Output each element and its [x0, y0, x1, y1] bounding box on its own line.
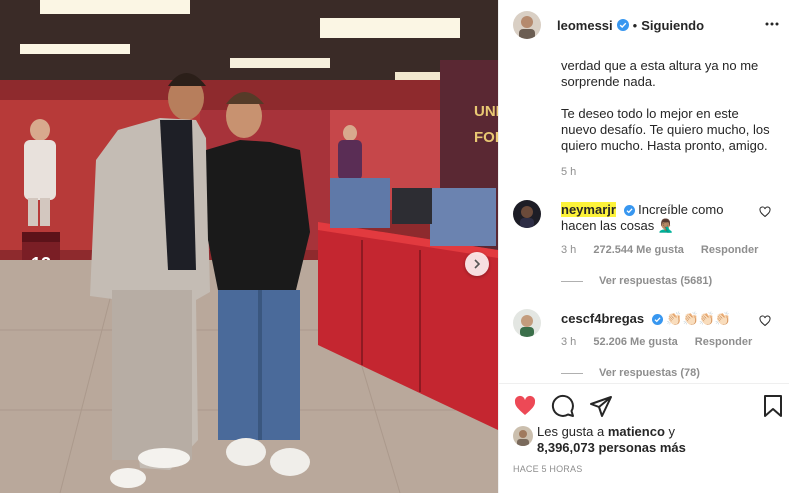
action-icons [513, 394, 613, 418]
comment-body: neymarjr Increíble como hacen las cosas … [561, 202, 761, 234]
following-button[interactable]: Siguiendo [641, 18, 704, 33]
post-caption: verdad que a esta altura ya no me sorpre… [561, 58, 771, 170]
likes-count[interactable]: 8,396,073 personas más [537, 440, 686, 455]
liker-avatar[interactable] [513, 426, 533, 446]
verified-icon [623, 205, 635, 216]
post-header: leomessi • Siguiendo [499, 0, 789, 50]
replies-line [561, 280, 583, 282]
comment-username[interactable]: cescf4bregas [561, 311, 644, 326]
photo-image: 13 UNI FOR [0, 0, 498, 493]
post-timestamp: Hace 5 horas [513, 464, 583, 474]
verified-icon [616, 19, 629, 31]
comment-time: 3 h [561, 336, 577, 348]
liker-username[interactable]: matienco [608, 424, 665, 439]
comment-likes[interactable]: 272.544 Me gusta [593, 244, 684, 256]
wall-text-1: UNI [474, 103, 498, 120]
comments-list[interactable]: verdad que a esta altura ya no me sorpre… [499, 50, 789, 382]
comment-text: 👏🏻👏🏻👏🏻👏🏻 [666, 311, 732, 326]
likes-suffix: y [664, 424, 676, 439]
replies-line [561, 372, 583, 374]
comment-reply-button[interactable]: Responder [701, 244, 758, 256]
comment-reply-button[interactable]: Responder [695, 336, 752, 348]
author-username[interactable]: leomessi [557, 18, 613, 33]
chevron-right-icon [474, 259, 481, 269]
comment-like-icon[interactable] [759, 206, 771, 218]
view-replies-label: Ver respuestas (78) [599, 367, 700, 379]
comment-avatar[interactable] [513, 309, 541, 337]
comment-avatar[interactable] [513, 200, 541, 228]
heart-icon[interactable] [513, 394, 537, 418]
comment-username[interactable]: neymarjr [561, 202, 616, 217]
caption-time: 5 h [561, 166, 577, 178]
more-icon[interactable] [764, 16, 780, 32]
view-replies-button[interactable]: Ver respuestas (5681) [561, 275, 712, 287]
author-avatar[interactable] [513, 11, 541, 39]
comment-likes[interactable]: 52.206 Me gusta [593, 336, 677, 348]
comment-meta: 3 h 272.544 Me gusta Responder [561, 244, 772, 256]
wall-text-2: FOR [474, 129, 498, 146]
comment-like-icon[interactable] [759, 315, 771, 327]
view-replies-button[interactable]: Ver respuestas (78) [561, 367, 700, 379]
likes-prefix: Les gusta a [537, 424, 608, 439]
save-icon[interactable] [762, 394, 784, 418]
post-side-panel: leomessi • Siguiendo verdad que a esta a… [498, 0, 789, 493]
view-replies-label: Ver respuestas (5681) [599, 275, 713, 287]
comment-body: cescf4bregas 👏🏻👏🏻👏🏻👏🏻 [561, 311, 761, 327]
header-separator: • [632, 17, 638, 33]
share-icon[interactable] [589, 394, 613, 418]
caption-line-2: Te deseo todo lo mejor en este nuevo des… [561, 106, 770, 153]
comment-time: 3 h [561, 244, 577, 256]
likes-text: Les gusta a matienco y 8,396,073 persona… [537, 424, 686, 456]
verified-icon [651, 314, 663, 325]
comment-icon[interactable] [551, 394, 575, 418]
comment-meta: 3 h 52.206 Me gusta Responder [561, 336, 766, 348]
likes-summary: Les gusta a matienco y 8,396,073 persona… [513, 424, 686, 456]
post-photo[interactable]: 13 UNI FOR [0, 0, 498, 493]
caption-line-1: verdad que a esta altura ya no me sorpre… [561, 58, 759, 89]
post-actions: Les gusta a matienco y 8,396,073 persona… [499, 383, 789, 493]
carousel-next-button[interactable] [465, 252, 489, 276]
